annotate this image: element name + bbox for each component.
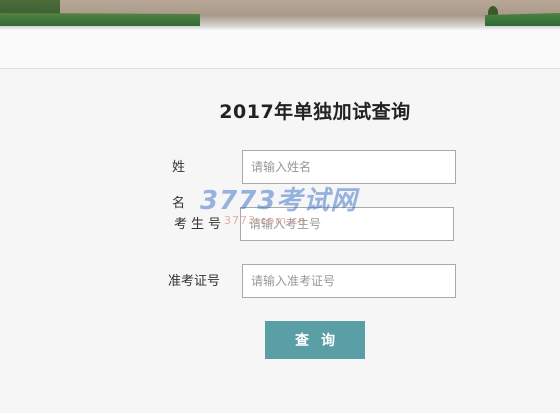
admission-ticket-input[interactable]: [242, 264, 456, 298]
candidate-number-label: 考生号: [174, 217, 226, 232]
admission-ticket-row: 准考证号: [0, 264, 560, 300]
header-banner-image: [0, 0, 560, 26]
name-row: 姓 名: [0, 150, 560, 211]
admission-ticket-label: 准考证号: [168, 274, 221, 289]
nav-strip: [0, 30, 560, 69]
query-button[interactable]: 查询: [265, 321, 365, 359]
name-label: 姓 名: [172, 160, 200, 211]
page-title: 2017年单独加试查询: [219, 101, 411, 123]
name-input[interactable]: [242, 150, 456, 184]
candidate-number-input[interactable]: [240, 207, 454, 241]
candidate-number-row: 考生号: [0, 207, 560, 243]
